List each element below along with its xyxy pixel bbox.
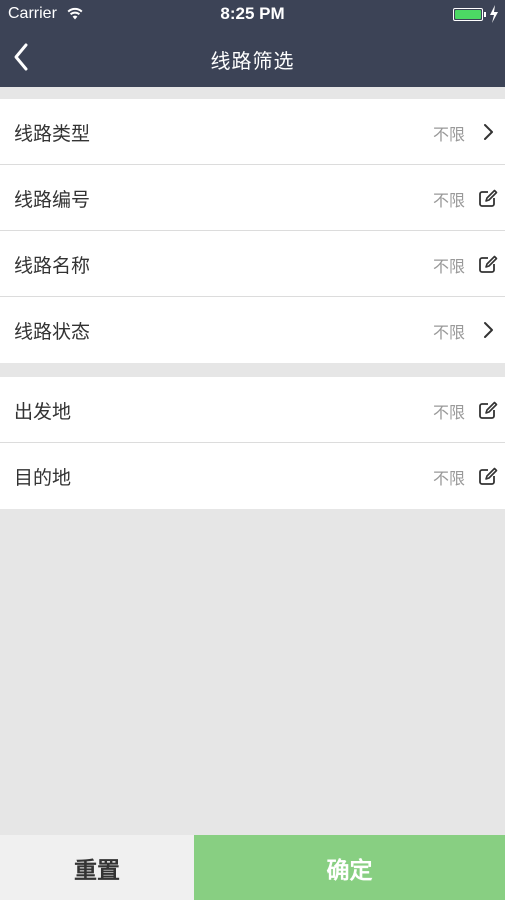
status-bar: Carrier 8:25 PM xyxy=(0,0,505,28)
row-route-status[interactable]: 线路状态 不限 xyxy=(0,297,505,363)
chevron-right-icon xyxy=(484,124,493,140)
row-value: 不限 xyxy=(432,191,465,210)
row-value: 不限 xyxy=(432,469,465,488)
row-label: 目的地 xyxy=(14,467,72,489)
header: Carrier 8:25 PM 线路筛选 xyxy=(0,0,505,87)
confirm-button[interactable]: 确定 xyxy=(194,835,505,900)
row-route-number[interactable]: 线路编号 不限 xyxy=(0,165,505,231)
row-value: 不限 xyxy=(432,403,465,422)
edit-icon xyxy=(479,467,498,485)
row-route-type[interactable]: 线路类型 不限 xyxy=(0,99,505,165)
row-label: 线路编号 xyxy=(14,189,91,211)
row-label: 线路名称 xyxy=(14,255,91,277)
reset-button[interactable]: 重置 xyxy=(0,835,194,900)
charging-icon xyxy=(490,5,498,23)
row-value: 不限 xyxy=(432,323,465,342)
nav-bar: 线路筛选 xyxy=(0,28,505,87)
row-value: 不限 xyxy=(432,125,465,144)
edit-icon xyxy=(479,189,498,207)
filter-group-location: 出发地 不限 目的地 不限 xyxy=(0,377,505,509)
clock: 8:25 PM xyxy=(220,4,285,23)
battery-icon xyxy=(453,8,486,21)
page-title: 线路筛选 xyxy=(210,49,295,73)
row-label: 出发地 xyxy=(14,401,72,423)
filter-group-route: 线路类型 不限 线路编号 不限 线路名称 不限 线路状态 不限 xyxy=(0,99,505,363)
edit-icon xyxy=(479,255,498,273)
edit-icon xyxy=(479,401,498,419)
row-label: 线路状态 xyxy=(14,321,91,343)
row-value: 不限 xyxy=(432,257,465,276)
bottom-action-bar: 重置 确定 xyxy=(0,835,505,900)
row-label: 线路类型 xyxy=(14,123,91,145)
row-origin[interactable]: 出发地 不限 xyxy=(0,377,505,443)
row-route-name[interactable]: 线路名称 不限 xyxy=(0,231,505,297)
chevron-right-icon xyxy=(484,322,493,338)
row-destination[interactable]: 目的地 不限 xyxy=(0,443,505,509)
